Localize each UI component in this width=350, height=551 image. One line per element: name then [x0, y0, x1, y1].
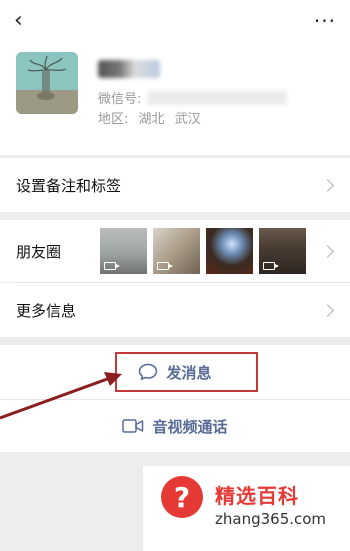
moments-label: 朋友圈 — [16, 242, 62, 261]
moments-thumbnail — [100, 228, 147, 274]
highlight-box — [115, 352, 258, 392]
region-province: 湖北 — [138, 112, 165, 127]
video-camera-icon — [263, 262, 279, 270]
region-label: 地区: — [98, 112, 129, 127]
chevron-right-icon — [321, 244, 334, 258]
remark-tags-label: 设置备注和标签 — [16, 176, 122, 195]
more-options-icon[interactable]: ··· — [314, 9, 336, 33]
wechat-id-redacted — [147, 90, 288, 105]
moments-thumbnail — [153, 228, 200, 274]
moments-thumbnail — [259, 228, 306, 274]
video-camera-icon — [157, 262, 173, 270]
moments-thumbnail — [206, 228, 253, 274]
more-info-label: 更多信息 — [16, 301, 77, 320]
region-row: 地区: 湖北 武汉 — [98, 108, 201, 127]
av-call-label: 音视频通话 — [152, 417, 228, 436]
moments-row[interactable]: 朋友圈 — [0, 220, 350, 282]
top-bar: ‹ ··· — [0, 0, 350, 42]
wechat-id-label: 微信号: — [98, 92, 142, 107]
annotation-arrow — [0, 372, 122, 420]
watermark-title: 精选百科 — [215, 484, 299, 508]
remark-tags-row[interactable]: 设置备注和标签 — [0, 158, 350, 212]
region-city: 武汉 — [174, 112, 201, 127]
chevron-right-icon — [321, 178, 334, 192]
video-camera-icon — [104, 262, 120, 270]
back-icon[interactable]: ‹ — [14, 10, 23, 32]
chevron-right-icon — [321, 303, 334, 317]
question-mark-icon: ? — [161, 476, 203, 518]
more-info-row[interactable]: 更多信息 — [0, 283, 350, 337]
wechat-id-row: 微信号: — [98, 88, 288, 107]
watermark-logo: ? 精选百科 zhang365.com — [143, 466, 350, 551]
nickname-redacted — [98, 60, 160, 78]
watermark-url: zhang365.com — [215, 510, 327, 528]
profile-header: 微信号: 地区: 湖北 武汉 — [0, 42, 350, 155]
avatar[interactable] — [16, 52, 78, 114]
